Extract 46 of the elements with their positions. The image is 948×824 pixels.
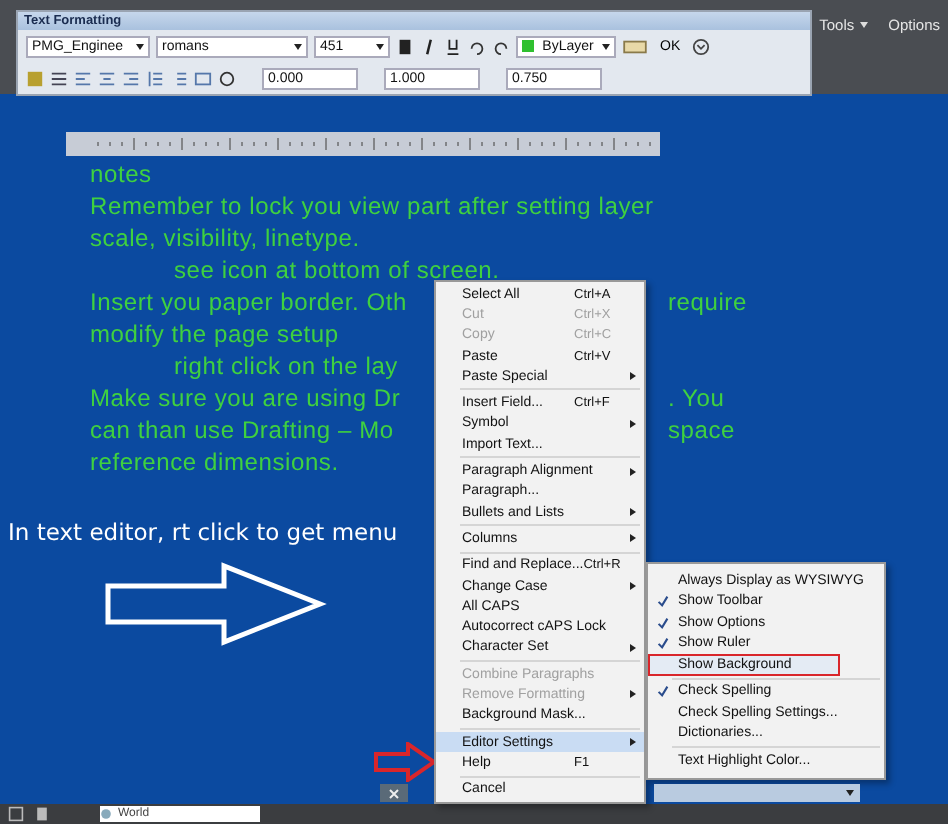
ruler-icon[interactable] bbox=[622, 37, 648, 55]
align-center-icon[interactable] bbox=[98, 69, 116, 87]
caption-text: In text editor, rt click to get menu bbox=[8, 518, 398, 546]
caret-icon bbox=[602, 43, 610, 49]
arrow-icon bbox=[374, 742, 438, 782]
submenu-arrow-icon bbox=[630, 419, 636, 428]
note-text: modify the page setup bbox=[90, 320, 339, 348]
submenu-arrow-icon bbox=[630, 690, 636, 699]
arrow-icon bbox=[104, 562, 328, 646]
submenu-arrow-icon bbox=[630, 467, 636, 476]
note-text: require bbox=[668, 286, 747, 318]
chevron-down-icon[interactable] bbox=[692, 37, 711, 55]
submenu-arrow-icon bbox=[630, 508, 636, 517]
note-text: reference dimensions. bbox=[90, 448, 339, 476]
caret-icon bbox=[860, 22, 869, 28]
submenu-arrow-icon bbox=[630, 372, 636, 381]
close-icon[interactable] bbox=[380, 784, 408, 802]
note-text: Make sure you are using Dr bbox=[90, 384, 401, 412]
swatch-icon bbox=[522, 40, 534, 52]
underline-icon[interactable] bbox=[444, 37, 462, 55]
note-text: space bbox=[668, 414, 736, 446]
note-text: can than use Drafting – Mo bbox=[90, 416, 394, 444]
note-text: notes bbox=[90, 160, 152, 188]
submenu-arrow-icon bbox=[630, 643, 636, 652]
undo-icon[interactable] bbox=[468, 37, 486, 55]
submenu-arrow-icon bbox=[630, 534, 636, 543]
justification-icon[interactable] bbox=[50, 69, 68, 87]
caret-icon bbox=[846, 790, 854, 796]
italic-icon[interactable] bbox=[420, 37, 438, 55]
caret-icon bbox=[136, 43, 144, 49]
caret-icon bbox=[294, 43, 302, 49]
checkmark-icon bbox=[656, 684, 670, 699]
line-spacing-icon[interactable] bbox=[146, 69, 164, 87]
note-text: right click on the lay bbox=[174, 352, 398, 380]
submenu-arrow-icon bbox=[630, 738, 636, 747]
submenu-arrow-icon bbox=[630, 582, 636, 590]
caret-icon bbox=[376, 43, 384, 49]
globe-icon bbox=[100, 808, 112, 820]
align-left-icon[interactable] bbox=[74, 69, 92, 87]
redo-icon[interactable] bbox=[492, 37, 510, 55]
align-right-icon[interactable] bbox=[122, 69, 140, 87]
note-text: Remember to lock you view part after setting layer bbox=[90, 192, 654, 220]
note-text: Insert you paper border. Oth bbox=[90, 288, 407, 316]
note-text: see icon at bottom of screen. bbox=[174, 256, 500, 284]
note-text: scale, visibility, linetype. bbox=[90, 224, 360, 252]
note-text: . You bbox=[668, 382, 725, 414]
